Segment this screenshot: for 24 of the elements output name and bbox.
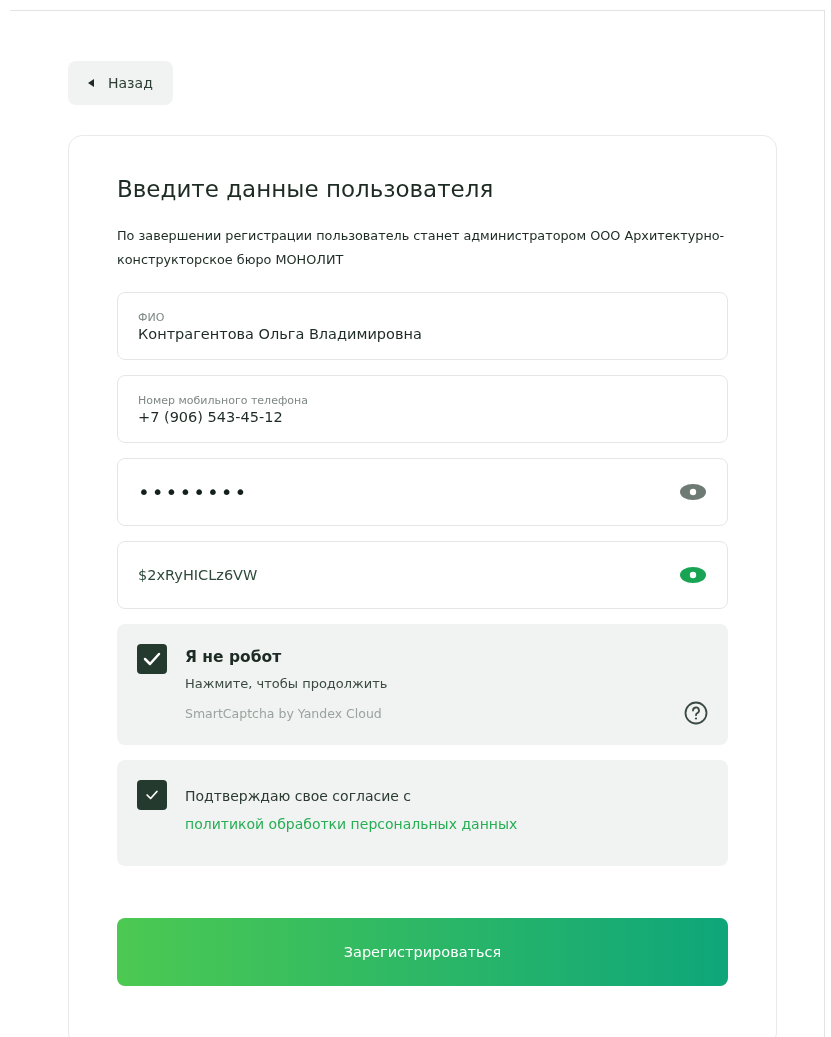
field-value: Контрагентова Ольга Владимировна (138, 325, 422, 342)
consent-text: Подтверждаю свое согласие с политикой обработки персональных данных (185, 787, 519, 834)
checkbox[interactable] (137, 780, 167, 810)
eye-icon[interactable] (679, 483, 707, 501)
captcha-hint: Нажмите, чтобы продолжить (185, 676, 389, 691)
input-field[interactable]: ФИО Контрагентова Ольга Владимировна (117, 292, 728, 360)
form-description: По завершении регистрации пользователь станет администратором ООО Архитектурно-конструкторское бюро МОНОЛИТ (117, 227, 726, 269)
checkbox[interactable] (137, 644, 167, 674)
password-field[interactable]: •••••••• (117, 458, 728, 526)
field-value: •••••••• (138, 480, 249, 504)
field-value: $2xRyHICLz6VW (138, 567, 258, 583)
help-icon[interactable] (684, 701, 708, 725)
eye-icon[interactable] (679, 566, 707, 584)
captcha-title: Я не робот (185, 648, 283, 666)
captcha-provider: SmartCaptcha by Yandex Cloud (185, 705, 382, 721)
field-label: Номер мобильного телефона (138, 393, 308, 407)
password-field[interactable]: $2xRyHICLz6VW (117, 541, 728, 609)
triangle-left-icon (88, 79, 94, 87)
field-value: +7 (906) 543-45-12 (138, 408, 284, 425)
field-label: ФИО (138, 310, 166, 324)
checkmark-icon (145, 788, 159, 802)
form-title: Введите данные пользователя (117, 176, 495, 202)
input-field[interactable]: Номер мобильного телефона +7 (906) 543-45-12 (117, 375, 728, 443)
back-button[interactable]: Назад (68, 61, 173, 105)
